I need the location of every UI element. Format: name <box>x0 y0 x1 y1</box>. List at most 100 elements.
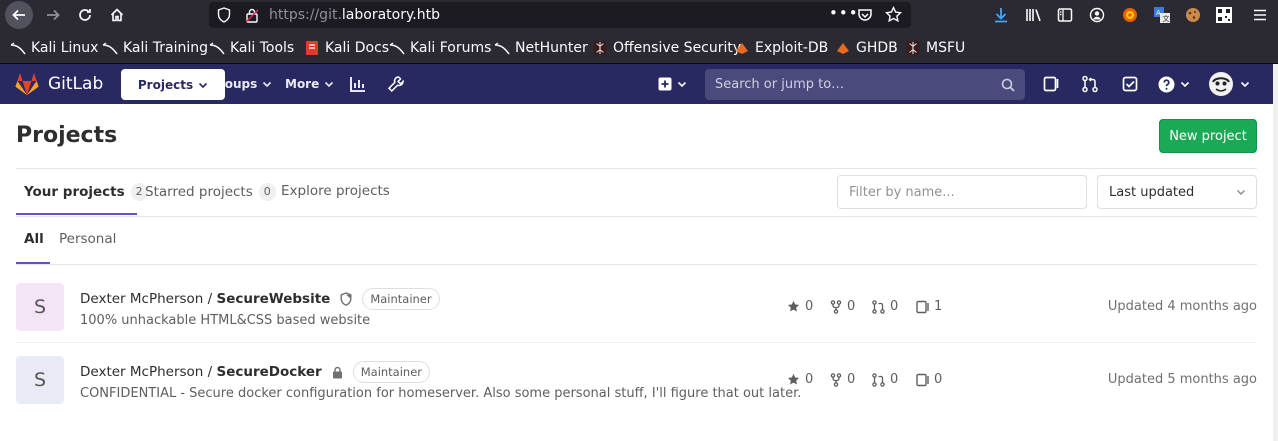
library-icon[interactable] <box>1024 5 1044 25</box>
filter-by-name[interactable] <box>837 175 1087 209</box>
home-button[interactable] <box>103 2 131 28</box>
reload-button[interactable] <box>71 2 99 28</box>
updated-time: Updated 5 months ago <box>1107 372 1257 387</box>
exploitdb-icon <box>736 43 748 54</box>
bar-chart-icon <box>350 77 365 92</box>
bookmark-label: Kali Docs <box>325 40 390 56</box>
title-divider <box>16 168 1257 169</box>
merge-request-icon <box>872 372 885 387</box>
tab-your-projects[interactable]: Your projects 2 <box>24 183 148 201</box>
subtab-all[interactable]: All <box>24 231 44 247</box>
bookmark-kali-docs[interactable]: Kali Docs <box>304 40 389 56</box>
merge-requests-count[interactable]: 0 <box>872 299 898 314</box>
project-avatar[interactable]: S <box>16 356 64 404</box>
help-dropdown[interactable] <box>1157 74 1191 94</box>
cookie-extension-icon[interactable] <box>1183 5 1203 25</box>
issues-count[interactable]: 1 <box>916 299 942 314</box>
lock-icon[interactable] <box>245 7 259 27</box>
admin-area-button[interactable] <box>386 74 406 94</box>
issues-icon <box>916 300 929 313</box>
more-dropdown[interactable]: More <box>285 77 334 91</box>
bookmark-offensive-security[interactable]: Offensive Security <box>592 40 741 56</box>
page-scrollbar[interactable] <box>1273 64 1278 441</box>
stars-count[interactable]: 0 <box>787 299 813 314</box>
bookmark-label: GHDB <box>856 40 898 56</box>
tabs-divider <box>16 216 1257 217</box>
project-link[interactable]: Dexter McPherson / SecureWebsite <box>80 291 330 307</box>
merge-requests-button[interactable] <box>1080 74 1100 94</box>
bookmark-kali-tools[interactable]: Kali Tools <box>209 40 294 56</box>
groups-dropdown[interactable]: Groups <box>209 77 272 91</box>
project-description: 100% unhackable HTML&CSS based website <box>80 313 371 328</box>
tab-count-badge: 0 <box>258 183 276 201</box>
todos-button[interactable] <box>1120 74 1140 94</box>
project-row[interactable]: S Dexter McPherson / SecureDocker Mainta… <box>16 356 1257 429</box>
bookmark-msfu[interactable]: MSFU <box>905 40 965 56</box>
bookmark-exploit-db[interactable]: Exploit-DB <box>734 40 828 56</box>
project-avatar[interactable]: S <box>16 283 64 331</box>
forks-count[interactable]: 0 <box>830 372 855 387</box>
forks-count[interactable]: 0 <box>830 299 855 314</box>
url-bar[interactable]: https://git.laboratory.htb ••• <box>209 2 911 28</box>
forward-button[interactable] <box>39 2 67 28</box>
new-item-dropdown[interactable] <box>655 74 689 94</box>
stars-count[interactable]: 0 <box>787 372 813 387</box>
account-icon[interactable] <box>1087 5 1107 25</box>
project-link[interactable]: Dexter McPherson / SecureDocker <box>80 364 322 380</box>
qr-extension-icon[interactable] <box>1214 5 1234 25</box>
bookmark-kali-linux[interactable]: Kali Linux <box>10 40 98 56</box>
search-icon <box>1001 77 1015 96</box>
url-text[interactable]: https://git.laboratory.htb <box>269 7 440 23</box>
offsec-icon <box>593 41 607 55</box>
sidebar-icon[interactable] <box>1055 5 1075 25</box>
stars-value: 0 <box>805 299 814 314</box>
forks-value: 0 <box>847 372 856 387</box>
download-icon[interactable] <box>991 5 1011 25</box>
issues-count[interactable]: 0 <box>916 372 942 387</box>
global-search[interactable] <box>705 69 1025 100</box>
subtab-personal[interactable]: Personal <box>59 231 116 247</box>
project-row[interactable]: S Dexter McPherson / SecureWebsite Maint… <box>16 283 1257 356</box>
sort-dropdown[interactable]: Last updated <box>1097 175 1257 209</box>
tab-starred-projects[interactable]: Starred projects 0 <box>145 183 276 201</box>
shield-icon <box>340 292 352 306</box>
tab-label: Explore projects <box>281 183 390 199</box>
merge-requests-count[interactable]: 0 <box>872 372 898 387</box>
new-project-button[interactable]: New project <box>1159 119 1257 153</box>
bookmark-ghdb[interactable]: GHDB <box>835 40 898 56</box>
search-input[interactable] <box>705 69 1025 100</box>
translate-extension-icon[interactable]: A文 <box>1152 5 1172 25</box>
issues-icon <box>916 373 929 386</box>
tab-explore-projects[interactable]: Explore projects <box>281 183 390 199</box>
back-button[interactable] <box>5 1 33 29</box>
page-actions-icon[interactable]: ••• <box>829 4 859 22</box>
bookmark-nethunter[interactable]: NetHunter <box>494 40 588 56</box>
star-icon <box>787 300 800 312</box>
gitlab-tanuki-icon <box>15 73 39 95</box>
bookmark-star-icon[interactable] <box>884 5 903 27</box>
bookmark-label: Offensive Security <box>613 40 742 56</box>
filter-input[interactable] <box>838 176 1086 208</box>
chevron-down-icon <box>1180 81 1190 88</box>
tracking-shield-icon[interactable] <box>217 7 231 27</box>
bookmark-label: Kali Forums <box>410 40 492 56</box>
kali-icon <box>389 42 405 55</box>
reload-icon <box>79 9 91 21</box>
kali-icon <box>209 42 225 55</box>
menu-icon[interactable] <box>1250 5 1270 25</box>
project-name: SecureDocker <box>216 364 322 380</box>
arrow-left-icon <box>12 9 25 21</box>
groups-dropdown-label: Groups <box>209 77 258 91</box>
bookmark-label: Kali Linux <box>31 40 99 56</box>
hackbar-extension-icon[interactable] <box>1120 5 1140 25</box>
bookmark-label: NetHunter <box>515 40 588 56</box>
pocket-icon[interactable] <box>857 7 873 27</box>
chevron-down-icon <box>1240 81 1250 88</box>
project-name: SecureWebsite <box>216 291 331 307</box>
user-menu-dropdown[interactable] <box>1208 71 1250 97</box>
gitlab-home-link[interactable]: GitLab <box>14 72 103 96</box>
issues-button[interactable] <box>1041 74 1061 94</box>
bookmark-kali-forums[interactable]: Kali Forums <box>389 40 491 56</box>
bookmark-kali-training[interactable]: Kali Training <box>102 40 208 56</box>
activity-chart-button[interactable] <box>348 74 368 94</box>
